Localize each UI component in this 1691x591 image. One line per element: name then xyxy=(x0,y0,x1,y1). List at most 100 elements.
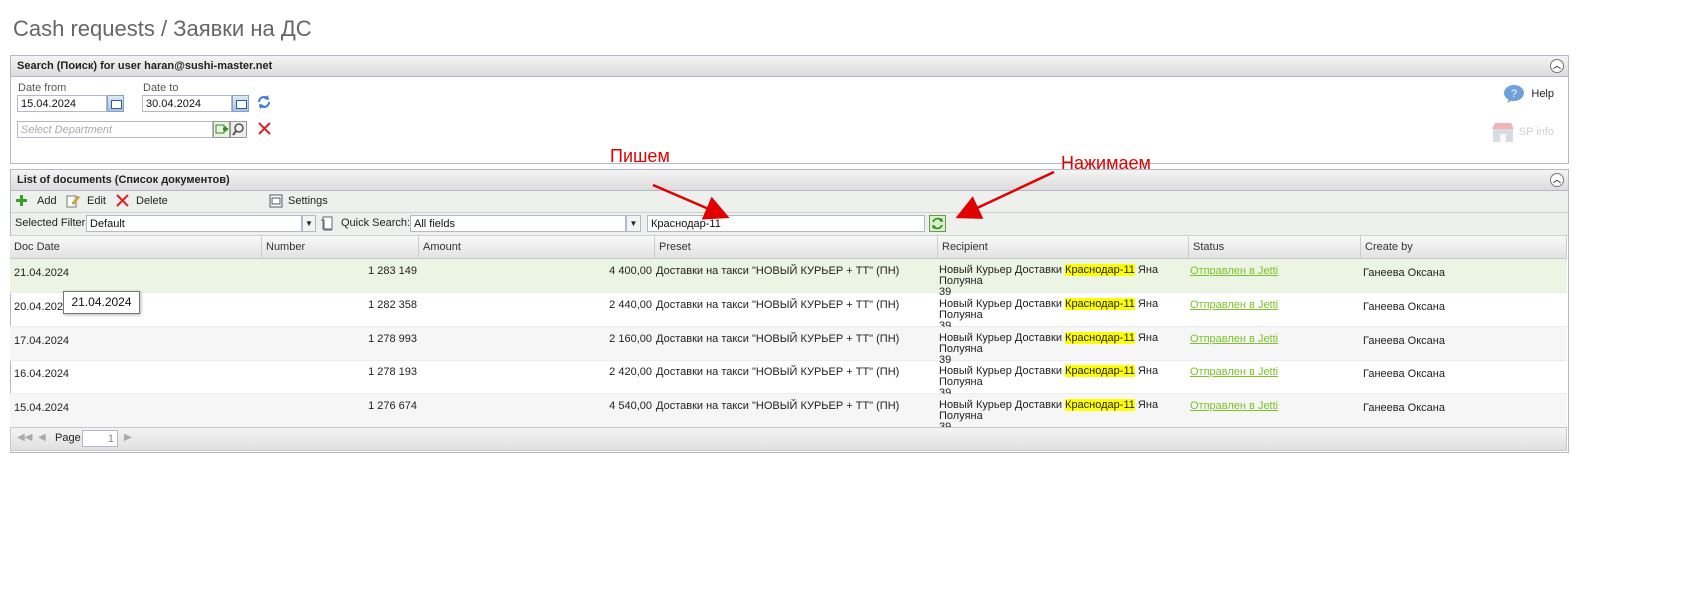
date-from-label: Date from xyxy=(18,82,67,94)
add-icon xyxy=(16,195,27,206)
collapse-list-button[interactable]: ︿ xyxy=(1550,173,1564,187)
cell-create-by: Ганеева Оксана xyxy=(1363,368,1445,380)
delete-button[interactable]: Delete xyxy=(116,194,168,207)
filter-dropdown-icon[interactable]: ▼ xyxy=(302,215,316,232)
recipient-highlight: Краснодар-11 xyxy=(1065,264,1135,276)
grid-header: Doc Date Number Amount Preset Recipient … xyxy=(10,236,1567,259)
cell-status-link[interactable]: Отправлен в Jetti xyxy=(1190,333,1278,345)
cell-create-by: Ганеева Оксана xyxy=(1363,402,1445,414)
delete-icon xyxy=(116,194,129,207)
table-row[interactable]: 17.04.2024 1 278 993 2 160,00 Доставки н… xyxy=(10,327,1567,366)
pager: ◀◀ ◀ Page 1 ▶ xyxy=(10,427,1567,451)
recipient-highlight: Краснодар-11 xyxy=(1065,365,1135,377)
svg-text:?: ? xyxy=(1511,88,1517,100)
list-panel-title: List of documents (Список документов) xyxy=(17,174,230,186)
page-number-input[interactable]: 1 xyxy=(82,430,118,447)
date-from-field[interactable]: 15.04.2024 xyxy=(17,95,107,112)
annotation-press: Нажимаем xyxy=(1061,153,1151,173)
prev-page-icon[interactable]: ◀ xyxy=(38,432,46,443)
col-header-status[interactable]: Status xyxy=(1189,236,1361,258)
cell-create-by: Ганеева Оксана xyxy=(1363,335,1445,347)
department-search-icon[interactable] xyxy=(230,121,247,138)
settings-button[interactable]: Settings xyxy=(269,194,328,208)
delete-label: Delete xyxy=(136,194,168,207)
next-page-icon[interactable]: ▶ xyxy=(124,432,132,443)
search-panel: Search (Поиск) for user haran@sushi-mast… xyxy=(10,55,1569,164)
cell-amount: 4 540,00 xyxy=(609,400,652,412)
cell-preset: Доставки на такси "НОВЫЙ КУРЬЕР + ТТ" (П… xyxy=(656,299,900,311)
cell-status-link[interactable]: Отправлен в Jetti xyxy=(1190,366,1278,378)
collapse-search-button[interactable]: ︿ xyxy=(1550,59,1564,73)
settings-icon xyxy=(269,194,283,208)
page-label: Page xyxy=(55,432,81,444)
department-add-icon[interactable] xyxy=(213,121,230,138)
recipient-highlight: Краснодар-11 xyxy=(1065,298,1135,310)
filter-select[interactable]: Default xyxy=(86,215,302,232)
selected-filter-label: Selected Filter: xyxy=(15,217,89,229)
cell-status-link[interactable]: Отправлен в Jetti xyxy=(1190,400,1278,412)
sp-info-label: SP info xyxy=(1518,126,1554,138)
apply-refresh-icon xyxy=(932,217,943,230)
cell-doc-date: 16.04.2024 xyxy=(14,368,70,380)
recipient-highlight: Краснодар-11 xyxy=(1065,332,1135,344)
quick-search-apply-button[interactable] xyxy=(929,215,946,232)
cell-number: 1 276 674 xyxy=(368,400,417,412)
search-panel-title: Search (Поиск) for user haran@sushi-mast… xyxy=(17,60,273,72)
add-label: Add xyxy=(37,194,57,207)
date-tooltip: 21.04.2024 xyxy=(63,291,140,314)
refresh-icon[interactable] xyxy=(256,94,272,110)
cell-number: 1 278 193 xyxy=(368,366,417,378)
annotation-write: Пишем xyxy=(610,146,670,166)
help-label: Help xyxy=(1531,88,1554,100)
cell-number: 1 282 358 xyxy=(368,299,417,311)
cell-amount: 4 400,00 xyxy=(609,265,652,277)
add-button[interactable]: Add xyxy=(15,194,57,207)
search-panel-header: Search (Поиск) for user haran@sushi-mast… xyxy=(11,56,1568,77)
edit-button[interactable]: Edit xyxy=(66,194,106,208)
table-row[interactable]: 16.04.2024 1 278 193 2 420,00 Доставки н… xyxy=(10,360,1567,399)
table-row[interactable]: 20.04.2024 1 282 358 2 440,00 Доставки н… xyxy=(10,293,1567,332)
table-row[interactable]: 21.04.2024 1 283 149 4 400,00 Доставки н… xyxy=(10,259,1567,298)
cell-status-link[interactable]: Отправлен в Jetti xyxy=(1190,299,1278,311)
date-to-field[interactable]: 30.04.2024 xyxy=(142,95,232,112)
cell-doc-date: 15.04.2024 xyxy=(14,402,70,414)
quick-search-label: Quick Search: xyxy=(341,217,411,229)
help-button[interactable]: ? Help xyxy=(1503,84,1554,104)
clear-icon[interactable] xyxy=(258,122,271,135)
date-to-label: Date to xyxy=(143,82,179,94)
filter-doc-icon[interactable] xyxy=(320,216,335,231)
table-row[interactable]: 15.04.2024 1 276 674 4 540,00 Доставки н… xyxy=(10,394,1567,433)
settings-label: Settings xyxy=(288,195,328,207)
cell-preset: Доставки на такси "НОВЫЙ КУРЬЕР + ТТ" (П… xyxy=(656,400,900,412)
quick-search-input[interactable]: Краснодар-11 xyxy=(647,215,925,232)
cell-create-by: Ганеева Оксана xyxy=(1363,267,1445,279)
list-panel-header: List of documents (Список документов) ︿ xyxy=(11,170,1568,191)
cell-doc-date: 17.04.2024 xyxy=(14,335,70,347)
cell-amount: 2 440,00 xyxy=(609,299,652,311)
edit-label: Edit xyxy=(87,195,106,207)
cell-create-by: Ганеева Оксана xyxy=(1363,301,1445,313)
page-title: Cash requests / Заявки на ДС xyxy=(13,16,312,41)
cell-number: 1 283 149 xyxy=(368,265,417,277)
col-header-create-by[interactable]: Create by xyxy=(1361,236,1567,258)
toolbar: Add Edit Delete Settings xyxy=(11,191,1568,213)
cell-doc-date: 21.04.2024 xyxy=(14,267,70,279)
col-header-number[interactable]: Number xyxy=(262,236,419,258)
quick-search-fields-select[interactable]: All fields xyxy=(410,215,626,232)
recipient-highlight: Краснодар-11 xyxy=(1065,399,1135,411)
date-from-calendar-icon[interactable] xyxy=(107,95,124,112)
sp-info-button[interactable]: SP info xyxy=(1491,121,1554,143)
cell-number: 1 278 993 xyxy=(368,333,417,345)
col-header-amount[interactable]: Amount xyxy=(419,236,655,258)
store-icon xyxy=(1491,123,1514,142)
quick-search-dropdown-icon[interactable]: ▼ xyxy=(626,215,641,232)
help-icon: ? xyxy=(1504,85,1525,103)
col-header-preset[interactable]: Preset xyxy=(655,236,938,258)
filter-bar: Selected Filter: Default ▼ Quick Search:… xyxy=(11,213,1568,236)
col-header-recipient[interactable]: Recipient xyxy=(938,236,1189,258)
department-field[interactable]: Select Department xyxy=(17,121,213,138)
date-to-calendar-icon[interactable] xyxy=(232,95,249,112)
col-header-doc-date[interactable]: Doc Date xyxy=(10,236,262,258)
cell-status-link[interactable]: Отправлен в Jetti xyxy=(1190,265,1278,277)
first-page-icon[interactable]: ◀◀ xyxy=(17,432,32,443)
